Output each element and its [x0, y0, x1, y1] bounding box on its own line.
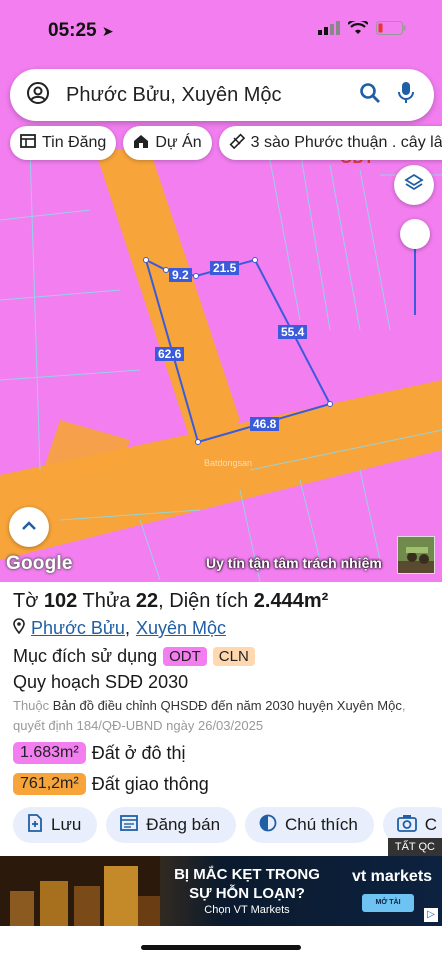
- button-label: C: [424, 815, 438, 834]
- map-pin-icon: [13, 618, 25, 639]
- battery-icon: [376, 21, 406, 40]
- area-value: 1.683m²: [13, 742, 86, 764]
- svg-text:ODT: ODT: [183, 190, 213, 206]
- location-arrow-icon: ➤: [101, 23, 114, 39]
- parcel-location: Phước Bửu, Xuyên Mộc: [13, 618, 226, 639]
- ad-brand: vt markets: [352, 868, 433, 885]
- area-label: Đất ở đô thị: [91, 742, 186, 763]
- status-time: 05:25 ➤: [48, 20, 114, 41]
- ad-banner[interactable]: BỊ MẮC KẸT TRONG SỰ HỖN LOẠN? Chọn VT Ma…: [0, 856, 442, 926]
- land-use-purpose: Mục đích sử dụng ODT CLN: [13, 646, 255, 667]
- area-row: 1.683m² Đất ở đô thị: [13, 742, 186, 764]
- expand-sheet-button[interactable]: [9, 507, 49, 547]
- edge-label: 46.8: [250, 417, 280, 431]
- listing-icon: [20, 133, 36, 153]
- purpose-badge: ODT: [163, 647, 207, 666]
- edge-label: 55.4: [278, 325, 308, 339]
- search-input[interactable]: Phước Bửu, Xuyên Mộc: [66, 84, 352, 107]
- status-bar: 05:25 ➤: [0, 0, 442, 58]
- plan-note: Thuộc Bản đồ điều chỉnh QHSDĐ đến năm 20…: [13, 698, 406, 733]
- ward-link[interactable]: Phước Bửu: [31, 618, 125, 639]
- chip-label: 3 sào Phước thuận . cây lâu: [250, 134, 442, 151]
- layers-icon: [404, 173, 424, 198]
- account-icon[interactable]: [26, 81, 50, 110]
- chip-label: Tin Đăng: [42, 134, 107, 151]
- edge-label: 9.2: [169, 268, 192, 282]
- google-logo: Google: [6, 553, 73, 574]
- sell-post-icon: [120, 814, 139, 836]
- legend-button[interactable]: Chú thích: [245, 807, 374, 843]
- ad-cta-button[interactable]: MỞ TÀI KHOẢN: [362, 894, 414, 924]
- button-label: Đăng bán: [146, 815, 221, 834]
- ad-artwork: [0, 856, 160, 926]
- ad-headline: BỊ MẮC KẸT TRONG SỰ HỖN LOẠN?: [174, 866, 320, 902]
- post-sale-button[interactable]: Đăng bán: [106, 807, 237, 843]
- chevron-up-icon: [21, 518, 37, 536]
- button-label: Chú thích: [285, 815, 358, 834]
- cellular-signal-icon: [318, 21, 340, 40]
- ruler-icon: [229, 133, 245, 154]
- area-row: 761,2m² Đất giao thông: [13, 773, 209, 795]
- area-value: 761,2m²: [13, 773, 86, 795]
- opacity-slider-knob[interactable]: [400, 219, 430, 249]
- search-icon[interactable]: [359, 82, 381, 109]
- ad-info-icon[interactable]: ▷: [424, 908, 438, 922]
- area-label: Đất giao thông: [91, 773, 209, 794]
- layers-button[interactable]: [394, 165, 434, 205]
- action-buttons: Lưu Đăng bán Chú thích C: [13, 807, 442, 843]
- chip-projects[interactable]: Dự Án: [123, 126, 212, 160]
- bookmark-plus-icon: [27, 813, 43, 837]
- plan-title: Quy hoạch SDĐ 2030: [13, 672, 189, 692]
- purpose-badge: CLN: [212, 647, 255, 666]
- filter-chips: Tin Đăng Dự Án 3 sào Phước thuận . cây l…: [10, 126, 442, 160]
- microphone-icon[interactable]: [398, 81, 414, 110]
- ad-subtext: Chọn VT Markets: [204, 904, 290, 916]
- save-button[interactable]: Lưu: [13, 807, 98, 843]
- district-link[interactable]: Xuyên Mộc: [136, 618, 226, 639]
- hide-ad-button[interactable]: TẤT QC: [387, 838, 442, 856]
- chip-measure[interactable]: 3 sào Phước thuận . cây lâu: [218, 126, 442, 160]
- parcel-info-sheet: Tờ 102 Thửa 22, Diện tích 2.444m² Phước …: [0, 582, 442, 852]
- chip-label: Dự Án: [155, 134, 202, 151]
- edge-label: 21.5: [210, 261, 240, 275]
- wifi-icon: [347, 18, 369, 40]
- camera-icon: [396, 814, 417, 837]
- building-icon: [133, 133, 149, 154]
- map-overlay-text: Uy tín tận tâm trách nhiệm: [206, 555, 382, 571]
- watermark: Batdongsan: [204, 458, 253, 468]
- chip-listings[interactable]: Tin Đăng: [10, 126, 117, 160]
- photo-thumbnail[interactable]: [397, 536, 435, 574]
- legend-icon: [259, 814, 277, 837]
- home-indicator[interactable]: [141, 945, 301, 950]
- parcel-title: Tờ 102 Thửa 22, Diện tích 2.444m²: [13, 590, 329, 612]
- search-bar[interactable]: Phước Bửu, Xuyên Mộc: [10, 69, 434, 121]
- button-label: Lưu: [51, 815, 82, 834]
- edge-label: 62.6: [155, 347, 185, 361]
